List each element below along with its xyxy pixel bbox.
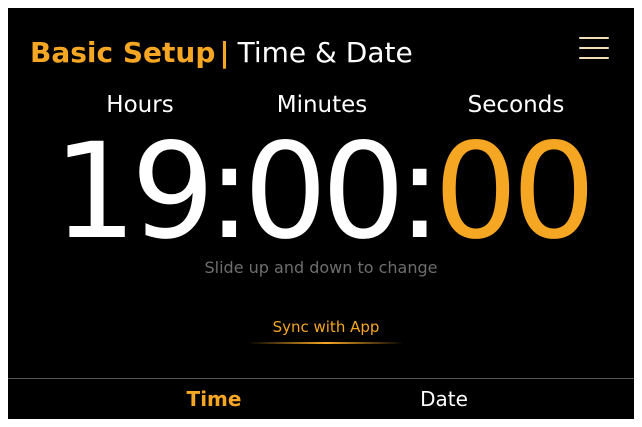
sync-button-label: Sync with App	[272, 318, 380, 336]
page-title: Time & Date	[237, 35, 413, 69]
section-title: Basic Setup	[30, 35, 216, 69]
title-separator: |	[219, 35, 230, 69]
time-date-screen: Basic Setup | Time & Date Hours Minutes …	[8, 8, 634, 419]
menu-line	[579, 47, 609, 49]
time-display: 19 : 00 : 00	[53, 122, 613, 262]
seconds-scroller[interactable]: 00	[434, 122, 596, 262]
menu-line	[579, 57, 609, 59]
time-separator: :	[206, 115, 252, 269]
time-separator: :	[397, 115, 442, 269]
sync-with-app-button[interactable]: Sync with App	[248, 314, 404, 346]
slide-hint: Slide up and down to change	[204, 258, 438, 277]
menu-line	[579, 37, 609, 39]
minutes-scroller[interactable]: 00	[243, 122, 405, 262]
hamburger-menu-icon[interactable]	[579, 34, 609, 62]
tab-time[interactable]: Time	[114, 379, 314, 419]
page-header: Basic Setup | Time & Date	[30, 32, 413, 72]
hours-scroller[interactable]: 19	[53, 122, 215, 262]
tab-date[interactable]: Date	[344, 379, 544, 419]
sync-underline	[248, 342, 404, 344]
